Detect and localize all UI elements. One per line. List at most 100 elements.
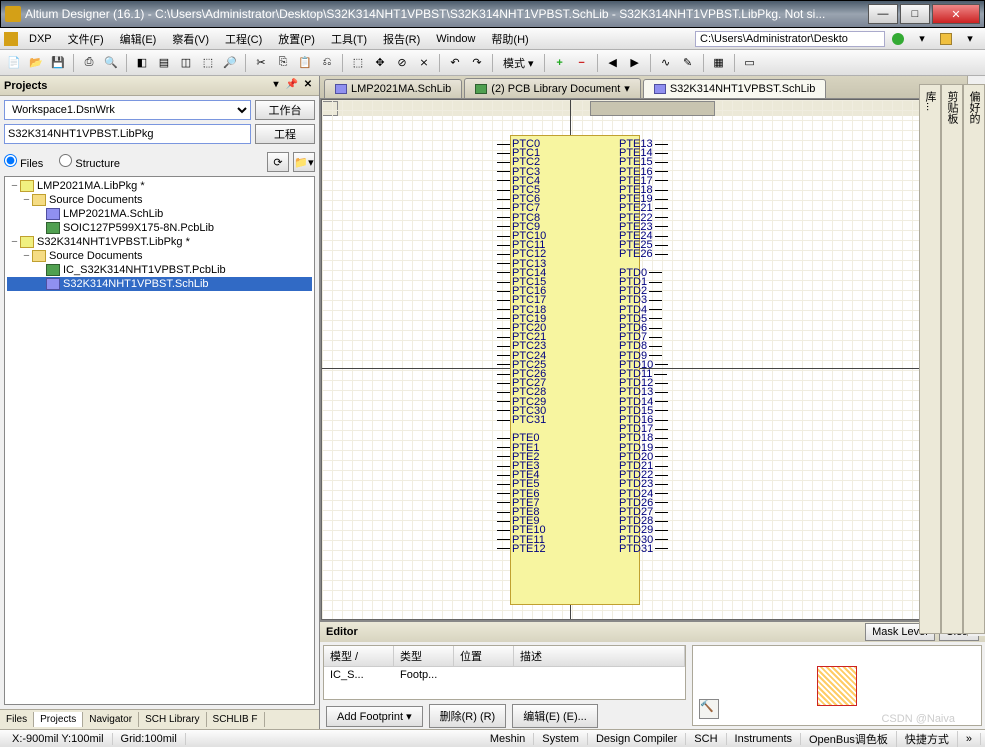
- nav-home2[interactable]: ▾: [959, 30, 981, 48]
- menu-reports[interactable]: 报告(R): [375, 29, 428, 49]
- status-meshin[interactable]: Meshin: [482, 733, 534, 745]
- status-system[interactable]: System: [534, 733, 588, 745]
- col-model[interactable]: 模型 /: [324, 646, 394, 666]
- menu-view[interactable]: 察看(V): [164, 29, 217, 49]
- menu-edit[interactable]: 编辑(E): [112, 29, 165, 49]
- redo-icon[interactable]: ↷: [467, 53, 487, 73]
- add-icon[interactable]: +: [550, 53, 570, 73]
- col-type[interactable]: 类型: [394, 646, 454, 666]
- tree-item[interactable]: −S32K314NHT1VPBST.LibPkg *: [7, 235, 312, 249]
- copy-icon[interactable]: ⎘: [273, 53, 293, 73]
- status-instruments[interactable]: Instruments: [727, 733, 801, 745]
- add-footprint-button[interactable]: Add Footprint ▾: [326, 706, 423, 727]
- tree-item[interactable]: S32K314NHT1VPBST.SchLib: [7, 277, 312, 291]
- maximize-button[interactable]: □: [900, 4, 930, 24]
- clear-icon[interactable]: ⨯: [414, 53, 434, 73]
- new-icon[interactable]: 📄: [4, 53, 24, 73]
- panel-tab[interactable]: Files: [0, 712, 34, 727]
- scroll-thumb-h[interactable]: [590, 101, 716, 116]
- editor-grid[interactable]: 模型 / 类型 位置 描述 IC_S... Footp...: [323, 645, 686, 700]
- panel-tab[interactable]: SCHLIB F: [207, 712, 265, 727]
- scrollbar-horizontal[interactable]: [322, 100, 983, 116]
- tree-item[interactable]: −Source Documents: [7, 193, 312, 207]
- document-tab[interactable]: (2) PCB Library Document ▾: [464, 78, 641, 98]
- pin-left[interactable]: PTE12: [497, 545, 548, 553]
- select-icon[interactable]: ⬚: [348, 53, 368, 73]
- structure-radio[interactable]: Structure: [59, 154, 120, 170]
- pin-left[interactable]: PTC31: [497, 416, 548, 424]
- status-design-compiler[interactable]: Design Compiler: [588, 733, 686, 745]
- next-icon[interactable]: ▶: [625, 53, 645, 73]
- preview-tool-icon[interactable]: 🔨: [699, 699, 719, 719]
- document-tab[interactable]: S32K314NHT1VPBST.SchLib: [643, 79, 827, 98]
- path-box[interactable]: C:\Users\Administrator\Deskto: [695, 31, 885, 47]
- wire-icon[interactable]: ∿: [656, 53, 676, 73]
- prev-icon[interactable]: ◀: [603, 53, 623, 73]
- nav-back[interactable]: [887, 30, 909, 48]
- mode-dropdown[interactable]: 模式 ▾: [498, 53, 539, 73]
- workbench-button[interactable]: 工作台: [255, 100, 315, 120]
- minimize-button[interactable]: ―: [868, 4, 898, 24]
- fit-icon[interactable]: ◫: [176, 53, 196, 73]
- rtab-favorites[interactable]: 偏好的: [963, 84, 985, 634]
- menu-help[interactable]: 帮助(H): [483, 29, 536, 49]
- menu-file[interactable]: 文件(F): [60, 29, 112, 49]
- grid-icon[interactable]: ▦: [709, 53, 729, 73]
- panel-tab[interactable]: Navigator: [83, 712, 139, 727]
- preview-icon[interactable]: 🔍: [101, 53, 121, 73]
- remove-icon[interactable]: −: [572, 53, 592, 73]
- zoom-icon[interactable]: 🔎: [220, 53, 240, 73]
- col-desc[interactable]: 描述: [514, 646, 685, 666]
- panel-menu-icon[interactable]: ▾: [269, 79, 283, 93]
- schematic-canvas[interactable]: PTC0PTC1PTC2PTC3PTC4PTC5PTC6PTC7PTC8PTC9…: [322, 100, 983, 619]
- project-tree[interactable]: −LMP2021MA.LibPkg *−Source Documents LMP…: [4, 176, 315, 705]
- paste-icon[interactable]: 📋: [295, 53, 315, 73]
- edit-button[interactable]: 编辑(E) (E)...: [512, 704, 598, 728]
- workspace-select[interactable]: Workspace1.DsnWrk: [4, 100, 251, 120]
- status-shortcuts[interactable]: 快捷方式: [897, 731, 958, 747]
- nav-fwd[interactable]: ▾: [911, 30, 933, 48]
- menu-tools[interactable]: 工具(T): [323, 29, 375, 49]
- open-icon[interactable]: 📂: [26, 53, 46, 73]
- rubber-icon[interactable]: ⎌: [317, 53, 337, 73]
- layer-icon[interactable]: ▭: [740, 53, 760, 73]
- undo-icon[interactable]: ↶: [445, 53, 465, 73]
- tree-item[interactable]: LMP2021MA.SchLib: [7, 207, 312, 221]
- project-name-input[interactable]: [4, 124, 251, 144]
- tree-item[interactable]: SOIC127P599X175-8N.PcbLib: [7, 221, 312, 235]
- menu-place[interactable]: 放置(P): [270, 29, 323, 49]
- rtab-library[interactable]: 库...: [919, 84, 941, 634]
- close-button[interactable]: ✕: [932, 4, 980, 24]
- pin-right[interactable]: PTD31: [617, 545, 668, 553]
- editor-row[interactable]: IC_S... Footp...: [324, 667, 685, 683]
- deselect-icon[interactable]: ⊘: [392, 53, 412, 73]
- rtab-clipboard[interactable]: 剪贴板: [941, 84, 963, 634]
- options-icon[interactable]: 📁▾: [293, 152, 315, 172]
- nav-home[interactable]: [935, 30, 957, 48]
- panel-tab[interactable]: SCH Library: [139, 712, 206, 727]
- col-pos[interactable]: 位置: [454, 646, 514, 666]
- menu-window[interactable]: Window: [428, 31, 483, 47]
- panel-pin-icon[interactable]: 📌: [285, 79, 299, 93]
- hier-icon[interactable]: ◧: [132, 53, 152, 73]
- tree-item[interactable]: −Source Documents: [7, 249, 312, 263]
- refresh-icon[interactable]: ⟳: [267, 152, 289, 172]
- tree-item[interactable]: −LMP2021MA.LibPkg *: [7, 179, 312, 193]
- document-tab[interactable]: LMP2021MA.SchLib: [324, 79, 462, 98]
- cut-icon[interactable]: ✂: [251, 53, 271, 73]
- panel-close-icon[interactable]: ✕: [301, 79, 315, 93]
- delete-button[interactable]: 删除(R) (R): [429, 704, 507, 728]
- menu-project[interactable]: 工程(C): [217, 29, 270, 49]
- files-radio[interactable]: Files: [4, 154, 43, 170]
- print-icon[interactable]: ⎙: [79, 53, 99, 73]
- pen-icon[interactable]: ✎: [678, 53, 698, 73]
- zoom-area-icon[interactable]: ⬚: [198, 53, 218, 73]
- menu-dxp[interactable]: DXP: [21, 31, 60, 47]
- save-icon[interactable]: 💾: [48, 53, 68, 73]
- pin-right[interactable]: PTE26: [617, 250, 668, 258]
- tree-item[interactable]: IC_S32K314NHT1VPBST.PcbLib: [7, 263, 312, 277]
- panel-tab[interactable]: Projects: [34, 712, 83, 727]
- status-openbus[interactable]: OpenBus调色板: [801, 731, 897, 747]
- move-icon[interactable]: ✥: [370, 53, 390, 73]
- status-notify-icon[interactable]: »: [958, 733, 981, 745]
